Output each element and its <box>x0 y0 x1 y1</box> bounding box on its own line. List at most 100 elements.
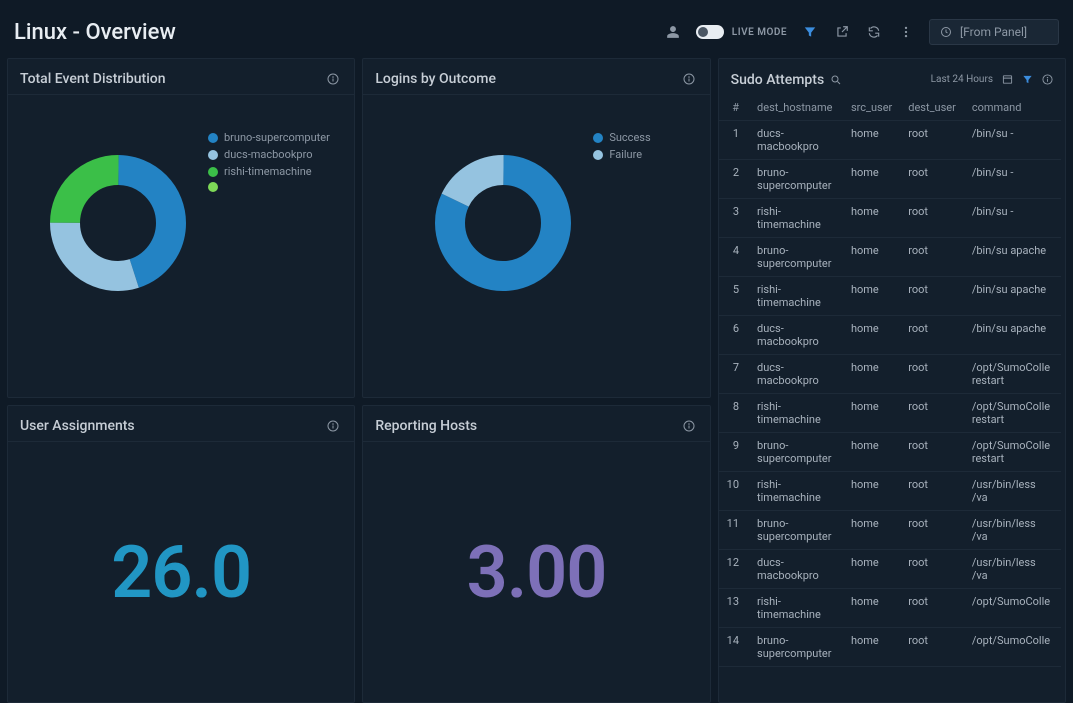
filter-icon[interactable] <box>1021 74 1033 86</box>
table-cell: 3 <box>719 199 749 238</box>
table-cell: ducs-macbookpro <box>749 550 843 589</box>
table-row[interactable]: 13rishi-timemachinehomeroot/opt/SumoColl… <box>719 589 1061 628</box>
legend-item[interactable] <box>208 182 330 192</box>
table-cell: 11 <box>719 511 749 550</box>
legend-item[interactable]: bruno-supercomputer <box>208 131 330 144</box>
legend-item[interactable]: ducs-macbookpro <box>208 148 330 161</box>
table-row[interactable]: 5rishi-timemachinehomeroot/bin/su apache <box>719 277 1061 316</box>
donut-chart[interactable] <box>433 153 573 293</box>
table-header-cell[interactable]: src_user <box>843 95 900 121</box>
single-value-panel: 3.00 <box>363 442 709 702</box>
table-cell: home <box>843 511 900 550</box>
info-icon[interactable] <box>680 70 698 88</box>
legend-item[interactable]: Failure <box>593 148 650 161</box>
table-cell: ducs-macbookpro <box>749 316 843 355</box>
time-range-input[interactable]: [From Panel] <box>929 19 1059 45</box>
info-icon[interactable] <box>324 70 342 88</box>
donut-chart[interactable] <box>48 153 188 293</box>
table-cell: /bin/su - <box>964 199 1061 238</box>
legend-label: ducs-macbookpro <box>224 148 313 161</box>
page-header: Linux - Overview LIVE MODE [From Panel] <box>0 0 1073 58</box>
table-scroll[interactable]: #dest_hostnamesrc_userdest_usercommand 1… <box>719 95 1065 702</box>
legend-swatch <box>208 167 218 177</box>
page-title: Linux - Overview <box>14 20 176 45</box>
user-icon[interactable] <box>664 23 682 41</box>
table-row[interactable]: 9bruno-supercomputerhomeroot/opt/SumoCol… <box>719 433 1061 472</box>
table-cell: home <box>843 316 900 355</box>
table-cell: root <box>900 472 964 511</box>
legend-swatch <box>208 133 218 143</box>
table-cell: root <box>900 160 964 199</box>
panel-user-assignments: User Assignments 26.0 <box>7 405 355 703</box>
table-cell: home <box>843 121 900 160</box>
table-cell: root <box>900 277 964 316</box>
panel-header: Total Event Distribution <box>8 59 354 95</box>
table-cell: 9 <box>719 433 749 472</box>
table-cell: root <box>900 511 964 550</box>
table-row[interactable]: 6ducs-macbookprohomeroot/bin/su apache <box>719 316 1061 355</box>
donut-chart-container: bruno-supercomputer ducs-macbookpro rishi-… <box>8 95 354 397</box>
table-cell: 8 <box>719 394 749 433</box>
legend-label: Success <box>609 131 650 144</box>
table-cell: root <box>900 199 964 238</box>
table-row[interactable]: 12ducs-macbookprohomeroot/usr/bin/less /… <box>719 550 1061 589</box>
time-range-label: Last 24 Hours <box>931 74 993 85</box>
details-icon[interactable] <box>1001 74 1013 86</box>
table-cell: home <box>843 160 900 199</box>
refresh-icon[interactable] <box>865 23 883 41</box>
table-row[interactable]: 1ducs-macbookprohomeroot/bin/su - <box>719 121 1061 160</box>
table-cell: bruno-supercomputer <box>749 433 843 472</box>
table-cell: root <box>900 121 964 160</box>
table-row[interactable]: 3rishi-timemachinehomeroot/bin/su - <box>719 199 1061 238</box>
search-icon[interactable] <box>830 74 842 86</box>
panel-reporting-hosts: Reporting Hosts 3.00 <box>362 405 710 703</box>
panel-logins-outcome: Logins by Outcome Success Failure <box>362 58 710 398</box>
table-cell: home <box>843 589 900 628</box>
panel-header: User Assignments <box>8 406 354 442</box>
table-cell: home <box>843 433 900 472</box>
table-row[interactable]: 4bruno-supercomputerhomeroot/bin/su apac… <box>719 238 1061 277</box>
donut-chart-container: Success Failure <box>363 95 709 397</box>
more-icon[interactable] <box>897 23 915 41</box>
table-cell: rishi-timemachine <box>749 199 843 238</box>
panel-title: User Assignments <box>20 418 135 434</box>
table-row[interactable]: 11bruno-supercomputerhomeroot/usr/bin/le… <box>719 511 1061 550</box>
table-cell: /bin/su apache <box>964 277 1061 316</box>
info-icon[interactable] <box>324 417 342 435</box>
info-icon[interactable] <box>1041 74 1053 86</box>
panel-title-text: Sudo Attempts <box>731 72 825 88</box>
table-header-cell[interactable]: dest_user <box>900 95 964 121</box>
panel-title: Total Event Distribution <box>20 71 166 87</box>
table-row[interactable]: 7ducs-macbookprohomeroot/opt/SumoColle r… <box>719 355 1061 394</box>
table-row[interactable]: 14bruno-supercomputerhomeroot/opt/SumoCo… <box>719 628 1061 667</box>
table-row[interactable]: 10rishi-timemachinehomeroot/usr/bin/less… <box>719 472 1061 511</box>
table-cell: 10 <box>719 472 749 511</box>
table-cell: /opt/SumoColle <box>964 628 1061 667</box>
table-cell: ducs-macbookpro <box>749 121 843 160</box>
filter-icon[interactable] <box>801 23 819 41</box>
table-header-cell[interactable]: # <box>719 95 749 121</box>
legend-item[interactable]: Success <box>593 131 650 144</box>
table-cell: 2 <box>719 160 749 199</box>
table-header-cell[interactable]: command <box>964 95 1061 121</box>
toggle-switch[interactable] <box>696 25 724 39</box>
table-cell: /bin/su apache <box>964 316 1061 355</box>
live-mode-toggle[interactable]: LIVE MODE <box>696 25 787 39</box>
table-cell: /usr/bin/less /va <box>964 472 1061 511</box>
panel-header: Logins by Outcome <box>363 59 709 95</box>
share-icon[interactable] <box>833 23 851 41</box>
panel-body: Success Failure <box>363 95 709 397</box>
table-cell: home <box>843 628 900 667</box>
table-cell: bruno-supercomputer <box>749 511 843 550</box>
info-icon[interactable] <box>680 417 698 435</box>
table-cell: home <box>843 238 900 277</box>
table-header-row: #dest_hostnamesrc_userdest_usercommand <box>719 95 1061 121</box>
legend-item[interactable]: rishi-timemachine <box>208 165 330 178</box>
table-row[interactable]: 8rishi-timemachinehomeroot/opt/SumoColle… <box>719 394 1061 433</box>
table-cell: root <box>900 355 964 394</box>
legend-swatch <box>593 133 603 143</box>
table-cell: 4 <box>719 238 749 277</box>
table-row[interactable]: 2bruno-supercomputerhomeroot/bin/su - <box>719 160 1061 199</box>
panel-title: Sudo Attempts <box>731 72 843 88</box>
table-header-cell[interactable]: dest_hostname <box>749 95 843 121</box>
